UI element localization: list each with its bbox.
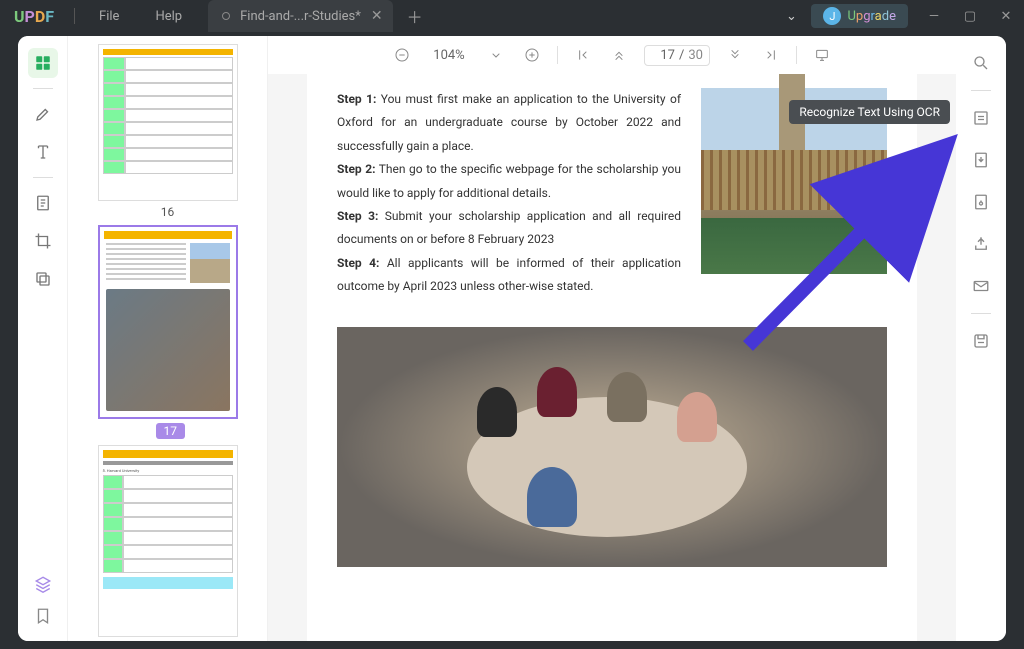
zoom-value: 104% [427,48,471,63]
thumbnail-page-17[interactable]: 17 [98,225,238,439]
current-page: 17 [651,48,675,63]
right-toolbar [956,36,1006,641]
left-toolbar [18,36,68,641]
protect-button[interactable] [966,187,996,217]
window-minimize-icon[interactable]: — [916,9,952,24]
dropdown-icon[interactable]: ⌄ [771,9,811,24]
titlebar: UPDF File Help Find-and-...r-Studies* ✕ … [0,0,1024,32]
next-page-button[interactable] [724,44,746,66]
zoom-out-button[interactable] [391,44,413,66]
zoom-in-button[interactable] [521,44,543,66]
page-tool[interactable] [28,188,58,218]
thumbnail-label: 17 [156,423,186,439]
user-avatar: J [823,7,841,25]
page-number-input[interactable]: 17 / 30 [644,45,710,66]
thumbnail-page-18[interactable]: 5. Harvard University 18 [98,445,238,641]
ocr-button[interactable] [966,103,996,133]
window-close-icon[interactable]: ✕ [988,9,1024,24]
tab-modified-icon [222,12,230,20]
export-button[interactable] [966,145,996,175]
last-page-button[interactable] [760,44,782,66]
email-button[interactable] [966,271,996,301]
highlight-tool[interactable] [28,99,58,129]
thumbnail-panel[interactable]: 16 17 5. Harvard University 18 [68,36,268,641]
page-canvas: Step 1: You must first make an applicati… [307,74,917,641]
bookmark-icon[interactable] [34,607,52,629]
tab-close-icon[interactable]: ✕ [371,8,383,24]
view-toolbar: 104% 17 / 30 [268,36,956,74]
first-page-button[interactable] [572,44,594,66]
zoom-dropdown-icon[interactable] [485,44,507,66]
window-maximize-icon[interactable]: ▢ [952,9,988,24]
document-text: Step 1: You must first make an applicati… [337,88,681,299]
thumbnail-page-16[interactable]: 16 [98,44,238,219]
save-button[interactable] [966,326,996,356]
watermark-tool[interactable] [28,264,58,294]
presentation-button[interactable] [811,44,833,66]
students-group-image [337,327,887,567]
upgrade-button[interactable]: J Upgrade [811,4,908,28]
thumbnails-tool[interactable] [28,48,58,78]
upgrade-label: Upgrade [847,9,896,24]
layers-icon[interactable] [34,575,52,597]
crop-tool[interactable] [28,226,58,256]
tab-title: Find-and-...r-Studies* [240,9,361,24]
text-tool[interactable] [28,137,58,167]
search-button[interactable] [966,48,996,78]
menu-file[interactable]: File [81,9,137,24]
new-tab-button[interactable]: ＋ [393,4,437,28]
thumbnail-label: 16 [98,205,238,219]
document-tab[interactable]: Find-and-...r-Studies* ✕ [208,0,392,32]
total-pages: 30 [688,48,703,63]
app-logo: UPDF [0,7,68,26]
share-button[interactable] [966,229,996,259]
workspace: 16 17 5. Harvard University 18 Step 1: Y… [18,36,1006,641]
document-view[interactable]: Step 1: You must first make an applicati… [268,36,956,641]
prev-page-button[interactable] [608,44,630,66]
menu-help[interactable]: Help [137,9,200,24]
ocr-tooltip: Recognize Text Using OCR [789,100,950,124]
